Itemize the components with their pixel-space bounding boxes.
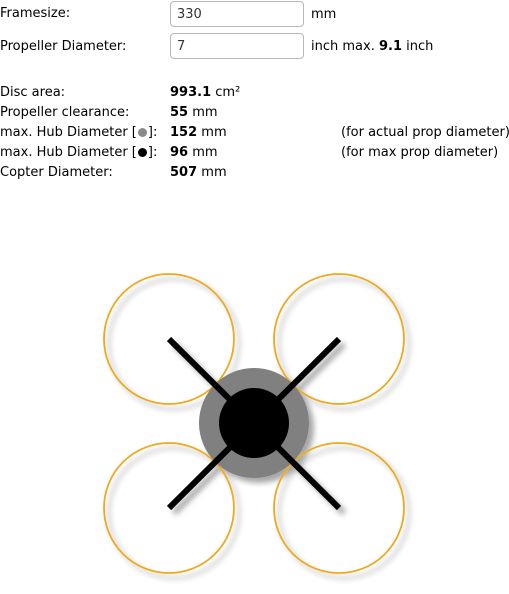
hub-max-circle bbox=[219, 388, 289, 458]
quadcopter-diagram bbox=[103, 273, 405, 574]
